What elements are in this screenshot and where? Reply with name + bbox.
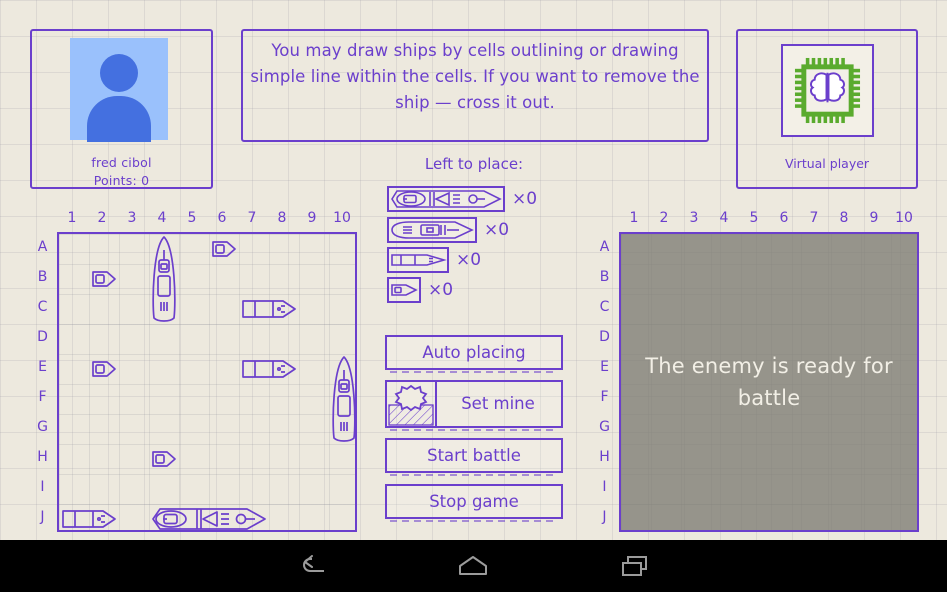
sea-mine-icon (387, 382, 437, 426)
enemy-board-col-header-7: 7 (809, 210, 819, 226)
player-ship-cruiser-E10[interactable] (329, 354, 359, 444)
player-ship-destroyer-C7[interactable] (239, 294, 299, 324)
set-mine-button[interactable]: Set mine (385, 380, 563, 431)
enemy-board-row-header-F: F (600, 389, 609, 405)
player-ship-cruiser-A4[interactable] (149, 234, 179, 324)
enemy-board-col-header-5: 5 (749, 210, 759, 226)
enemy-board-col-header-8: 8 (839, 210, 849, 226)
ship-count-destroyer: ×0 (456, 250, 482, 270)
player-ship-submarine-B2[interactable] (89, 264, 119, 294)
player-board-row-header-A: A (37, 239, 48, 255)
enemy-board-row-header-G: G (599, 419, 610, 435)
player-board-row-header-B: B (37, 269, 48, 285)
ship-icon-submarine[interactable] (387, 277, 421, 303)
player-points: Points: 0 (93, 173, 150, 188)
left-to-place-title: Left to place: (424, 155, 524, 173)
stop-game-label: Stop game (429, 491, 519, 511)
enemy-player-name: Virtual player (784, 156, 870, 171)
player-board-row-header-I: I (40, 479, 45, 495)
player-board-col-header-1: 1 (67, 210, 77, 226)
enemy-board-col-header-6: 6 (779, 210, 789, 226)
player-board-col-header-10: 10 (333, 210, 351, 226)
enemy-board-row-header-H: H (599, 449, 610, 465)
game-screen: fred cibol Points: 0 You may draw ships … (0, 0, 947, 540)
ship-icon-destroyer[interactable] (387, 247, 449, 273)
ship-icon-cruiser[interactable] (387, 217, 477, 243)
player-board-row-header-D: D (37, 329, 48, 345)
enemy-board-row-header-I: I (602, 479, 607, 495)
enemy-board-row-header-E: E (600, 359, 609, 375)
enemy-board-col-header-4: 4 (719, 210, 729, 226)
enemy-board-row-header-B: B (599, 269, 610, 285)
ship-icon-battleship[interactable] (387, 186, 505, 212)
player-board-row-header-G: G (37, 419, 48, 435)
enemy-board-col-header-2: 2 (659, 210, 669, 226)
avatar-body-icon (87, 96, 151, 142)
avatar-head-icon (100, 54, 138, 92)
player-board-grid[interactable] (57, 232, 357, 532)
player-ship-destroyer-E7[interactable] (239, 354, 299, 384)
player-ship-submarine-A6[interactable] (209, 234, 239, 264)
left-to-place-row-submarine: ×0 (387, 277, 453, 303)
ship-count-submarine: ×0 (428, 280, 454, 300)
player-board-row-header-E: E (38, 359, 47, 375)
avatar (70, 38, 168, 142)
enemy-status-text: The enemy is ready for battle (645, 354, 893, 410)
player-ship-destroyer-J1[interactable] (59, 504, 119, 534)
enemy-board-row-header-J: J (602, 509, 607, 525)
left-to-place-row-destroyer: ×0 (387, 247, 481, 273)
enemy-board-col-header-10: 10 (895, 210, 913, 226)
enemy-board-grid[interactable]: The enemy is ready for battle (619, 232, 919, 532)
start-battle-label: Start battle (427, 445, 521, 465)
ship-count-cruiser: ×0 (484, 220, 510, 240)
player-name: fred cibol (91, 155, 152, 170)
auto-placing-label: Auto placing (422, 342, 526, 362)
player-board-col-header-6: 6 (217, 210, 227, 226)
player-board-col-header-8: 8 (277, 210, 287, 226)
player-board-row-header-J: J (40, 509, 45, 525)
enemy-board-cover: The enemy is ready for battle (621, 234, 917, 530)
set-mine-label: Set mine (461, 394, 535, 413)
player-board-col-header-3: 3 (127, 210, 137, 226)
player-board-col-header-4: 4 (157, 210, 167, 226)
player-board-col-header-7: 7 (247, 210, 257, 226)
home-icon[interactable] (428, 540, 518, 592)
player-board-col-header-9: 9 (307, 210, 317, 226)
player-ship-submarine-H4[interactable] (149, 444, 179, 474)
enemy-board-row-header-C: C (599, 299, 610, 315)
android-navigation-bar (0, 540, 947, 592)
left-to-place-row-cruiser: ×0 (387, 217, 509, 243)
recents-icon[interactable] (590, 540, 680, 592)
cpu-brain-icon (794, 57, 861, 124)
player-ship-battleship-J4[interactable] (149, 504, 269, 534)
enemy-board-col-header-3: 3 (689, 210, 699, 226)
enemy-board-row-header-A: A (599, 239, 610, 255)
instructions-text: You may draw ships by cells outlining or… (250, 41, 700, 112)
enemy-board-row-header-D: D (599, 329, 610, 345)
player-board-row-header-H: H (37, 449, 48, 465)
player-board-row-header-C: C (37, 299, 48, 315)
player-board-row-header-F: F (38, 389, 47, 405)
player-board-col-header-5: 5 (187, 210, 197, 226)
enemy-board-col-header-9: 9 (869, 210, 879, 226)
stop-game-button[interactable]: Stop game (385, 484, 563, 522)
left-to-place-row-battleship: ×0 (387, 186, 537, 212)
player-board-col-header-2: 2 (97, 210, 107, 226)
player-ship-submarine-E2[interactable] (89, 354, 119, 384)
ship-count-battleship: ×0 (512, 189, 538, 209)
enemy-board-col-header-1: 1 (629, 210, 639, 226)
auto-placing-button[interactable]: Auto placing (385, 335, 563, 373)
start-battle-button[interactable]: Start battle (385, 438, 563, 476)
back-icon[interactable] (268, 540, 358, 592)
